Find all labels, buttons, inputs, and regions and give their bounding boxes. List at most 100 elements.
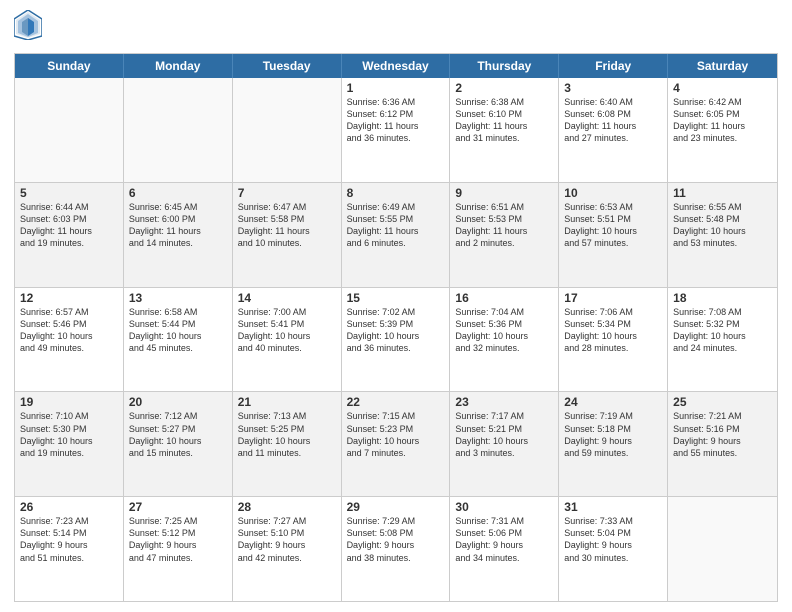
calendar-cell-empty-0-0 (15, 78, 124, 182)
cell-daylight-info: Sunrise: 7:29 AM Sunset: 5:08 PM Dayligh… (347, 515, 445, 564)
calendar-cell-23: 23Sunrise: 7:17 AM Sunset: 5:21 PM Dayli… (450, 392, 559, 496)
cell-date-number: 4 (673, 81, 772, 95)
calendar-cell-9: 9Sunrise: 6:51 AM Sunset: 5:53 PM Daylig… (450, 183, 559, 287)
cell-daylight-info: Sunrise: 7:15 AM Sunset: 5:23 PM Dayligh… (347, 410, 445, 459)
cell-daylight-info: Sunrise: 7:31 AM Sunset: 5:06 PM Dayligh… (455, 515, 553, 564)
calendar-cell-5: 5Sunrise: 6:44 AM Sunset: 6:03 PM Daylig… (15, 183, 124, 287)
logo (14, 10, 46, 45)
cell-daylight-info: Sunrise: 6:51 AM Sunset: 5:53 PM Dayligh… (455, 201, 553, 250)
calendar-cell-empty-4-6 (668, 497, 777, 601)
calendar-cell-3: 3Sunrise: 6:40 AM Sunset: 6:08 PM Daylig… (559, 78, 668, 182)
cell-daylight-info: Sunrise: 6:36 AM Sunset: 6:12 PM Dayligh… (347, 96, 445, 145)
cell-daylight-info: Sunrise: 7:00 AM Sunset: 5:41 PM Dayligh… (238, 306, 336, 355)
cell-date-number: 8 (347, 186, 445, 200)
calendar-cell-30: 30Sunrise: 7:31 AM Sunset: 5:06 PM Dayli… (450, 497, 559, 601)
cell-date-number: 5 (20, 186, 118, 200)
calendar-cell-19: 19Sunrise: 7:10 AM Sunset: 5:30 PM Dayli… (15, 392, 124, 496)
cell-daylight-info: Sunrise: 7:10 AM Sunset: 5:30 PM Dayligh… (20, 410, 118, 459)
calendar-cell-25: 25Sunrise: 7:21 AM Sunset: 5:16 PM Dayli… (668, 392, 777, 496)
cell-date-number: 25 (673, 395, 772, 409)
cell-daylight-info: Sunrise: 7:27 AM Sunset: 5:10 PM Dayligh… (238, 515, 336, 564)
calendar-cell-8: 8Sunrise: 6:49 AM Sunset: 5:55 PM Daylig… (342, 183, 451, 287)
calendar-row-1: 5Sunrise: 6:44 AM Sunset: 6:03 PM Daylig… (15, 182, 777, 287)
day-header-tuesday: Tuesday (233, 54, 342, 78)
cell-daylight-info: Sunrise: 7:13 AM Sunset: 5:25 PM Dayligh… (238, 410, 336, 459)
calendar-cell-empty-0-1 (124, 78, 233, 182)
cell-daylight-info: Sunrise: 6:40 AM Sunset: 6:08 PM Dayligh… (564, 96, 662, 145)
cell-date-number: 30 (455, 500, 553, 514)
cell-daylight-info: Sunrise: 7:17 AM Sunset: 5:21 PM Dayligh… (455, 410, 553, 459)
calendar-cell-4: 4Sunrise: 6:42 AM Sunset: 6:05 PM Daylig… (668, 78, 777, 182)
cell-daylight-info: Sunrise: 7:21 AM Sunset: 5:16 PM Dayligh… (673, 410, 772, 459)
calendar-cell-22: 22Sunrise: 7:15 AM Sunset: 5:23 PM Dayli… (342, 392, 451, 496)
calendar-cell-empty-0-2 (233, 78, 342, 182)
cell-date-number: 2 (455, 81, 553, 95)
cell-date-number: 14 (238, 291, 336, 305)
cell-daylight-info: Sunrise: 6:42 AM Sunset: 6:05 PM Dayligh… (673, 96, 772, 145)
cell-date-number: 12 (20, 291, 118, 305)
day-header-friday: Friday (559, 54, 668, 78)
cell-date-number: 28 (238, 500, 336, 514)
day-header-sunday: Sunday (15, 54, 124, 78)
cell-daylight-info: Sunrise: 7:08 AM Sunset: 5:32 PM Dayligh… (673, 306, 772, 355)
calendar-cell-11: 11Sunrise: 6:55 AM Sunset: 5:48 PM Dayli… (668, 183, 777, 287)
cell-daylight-info: Sunrise: 7:33 AM Sunset: 5:04 PM Dayligh… (564, 515, 662, 564)
cell-daylight-info: Sunrise: 6:49 AM Sunset: 5:55 PM Dayligh… (347, 201, 445, 250)
calendar-cell-10: 10Sunrise: 6:53 AM Sunset: 5:51 PM Dayli… (559, 183, 668, 287)
calendar-cell-20: 20Sunrise: 7:12 AM Sunset: 5:27 PM Dayli… (124, 392, 233, 496)
calendar-cell-18: 18Sunrise: 7:08 AM Sunset: 5:32 PM Dayli… (668, 288, 777, 392)
calendar-cell-27: 27Sunrise: 7:25 AM Sunset: 5:12 PM Dayli… (124, 497, 233, 601)
calendar-row-2: 12Sunrise: 6:57 AM Sunset: 5:46 PM Dayli… (15, 287, 777, 392)
calendar-cell-2: 2Sunrise: 6:38 AM Sunset: 6:10 PM Daylig… (450, 78, 559, 182)
cell-date-number: 21 (238, 395, 336, 409)
cell-date-number: 3 (564, 81, 662, 95)
cell-date-number: 20 (129, 395, 227, 409)
cell-daylight-info: Sunrise: 6:47 AM Sunset: 5:58 PM Dayligh… (238, 201, 336, 250)
cell-daylight-info: Sunrise: 6:44 AM Sunset: 6:03 PM Dayligh… (20, 201, 118, 250)
day-header-thursday: Thursday (450, 54, 559, 78)
cell-date-number: 1 (347, 81, 445, 95)
cell-daylight-info: Sunrise: 6:55 AM Sunset: 5:48 PM Dayligh… (673, 201, 772, 250)
cell-daylight-info: Sunrise: 6:58 AM Sunset: 5:44 PM Dayligh… (129, 306, 227, 355)
cell-daylight-info: Sunrise: 6:38 AM Sunset: 6:10 PM Dayligh… (455, 96, 553, 145)
calendar-cell-31: 31Sunrise: 7:33 AM Sunset: 5:04 PM Dayli… (559, 497, 668, 601)
cell-daylight-info: Sunrise: 7:04 AM Sunset: 5:36 PM Dayligh… (455, 306, 553, 355)
cell-date-number: 17 (564, 291, 662, 305)
day-header-monday: Monday (124, 54, 233, 78)
cell-date-number: 23 (455, 395, 553, 409)
cell-date-number: 27 (129, 500, 227, 514)
cell-date-number: 15 (347, 291, 445, 305)
calendar-cell-7: 7Sunrise: 6:47 AM Sunset: 5:58 PM Daylig… (233, 183, 342, 287)
cell-date-number: 19 (20, 395, 118, 409)
calendar-row-3: 19Sunrise: 7:10 AM Sunset: 5:30 PM Dayli… (15, 391, 777, 496)
cell-daylight-info: Sunrise: 7:12 AM Sunset: 5:27 PM Dayligh… (129, 410, 227, 459)
cell-date-number: 10 (564, 186, 662, 200)
day-header-saturday: Saturday (668, 54, 777, 78)
calendar-row-0: 1Sunrise: 6:36 AM Sunset: 6:12 PM Daylig… (15, 78, 777, 182)
calendar-cell-29: 29Sunrise: 7:29 AM Sunset: 5:08 PM Dayli… (342, 497, 451, 601)
calendar-cell-13: 13Sunrise: 6:58 AM Sunset: 5:44 PM Dayli… (124, 288, 233, 392)
cell-date-number: 16 (455, 291, 553, 305)
logo-icon (14, 10, 42, 40)
header (14, 10, 778, 45)
calendar-row-4: 26Sunrise: 7:23 AM Sunset: 5:14 PM Dayli… (15, 496, 777, 601)
cell-daylight-info: Sunrise: 7:02 AM Sunset: 5:39 PM Dayligh… (347, 306, 445, 355)
cell-date-number: 6 (129, 186, 227, 200)
cell-daylight-info: Sunrise: 7:23 AM Sunset: 5:14 PM Dayligh… (20, 515, 118, 564)
cell-date-number: 24 (564, 395, 662, 409)
calendar: SundayMondayTuesdayWednesdayThursdayFrid… (14, 53, 778, 602)
cell-daylight-info: Sunrise: 6:53 AM Sunset: 5:51 PM Dayligh… (564, 201, 662, 250)
cell-date-number: 9 (455, 186, 553, 200)
calendar-cell-12: 12Sunrise: 6:57 AM Sunset: 5:46 PM Dayli… (15, 288, 124, 392)
cell-date-number: 31 (564, 500, 662, 514)
calendar-cell-17: 17Sunrise: 7:06 AM Sunset: 5:34 PM Dayli… (559, 288, 668, 392)
cell-date-number: 13 (129, 291, 227, 305)
cell-date-number: 11 (673, 186, 772, 200)
calendar-cell-15: 15Sunrise: 7:02 AM Sunset: 5:39 PM Dayli… (342, 288, 451, 392)
cell-daylight-info: Sunrise: 7:06 AM Sunset: 5:34 PM Dayligh… (564, 306, 662, 355)
cell-date-number: 18 (673, 291, 772, 305)
cell-daylight-info: Sunrise: 7:25 AM Sunset: 5:12 PM Dayligh… (129, 515, 227, 564)
calendar-cell-14: 14Sunrise: 7:00 AM Sunset: 5:41 PM Dayli… (233, 288, 342, 392)
calendar-cell-28: 28Sunrise: 7:27 AM Sunset: 5:10 PM Dayli… (233, 497, 342, 601)
calendar-body: 1Sunrise: 6:36 AM Sunset: 6:12 PM Daylig… (15, 78, 777, 601)
